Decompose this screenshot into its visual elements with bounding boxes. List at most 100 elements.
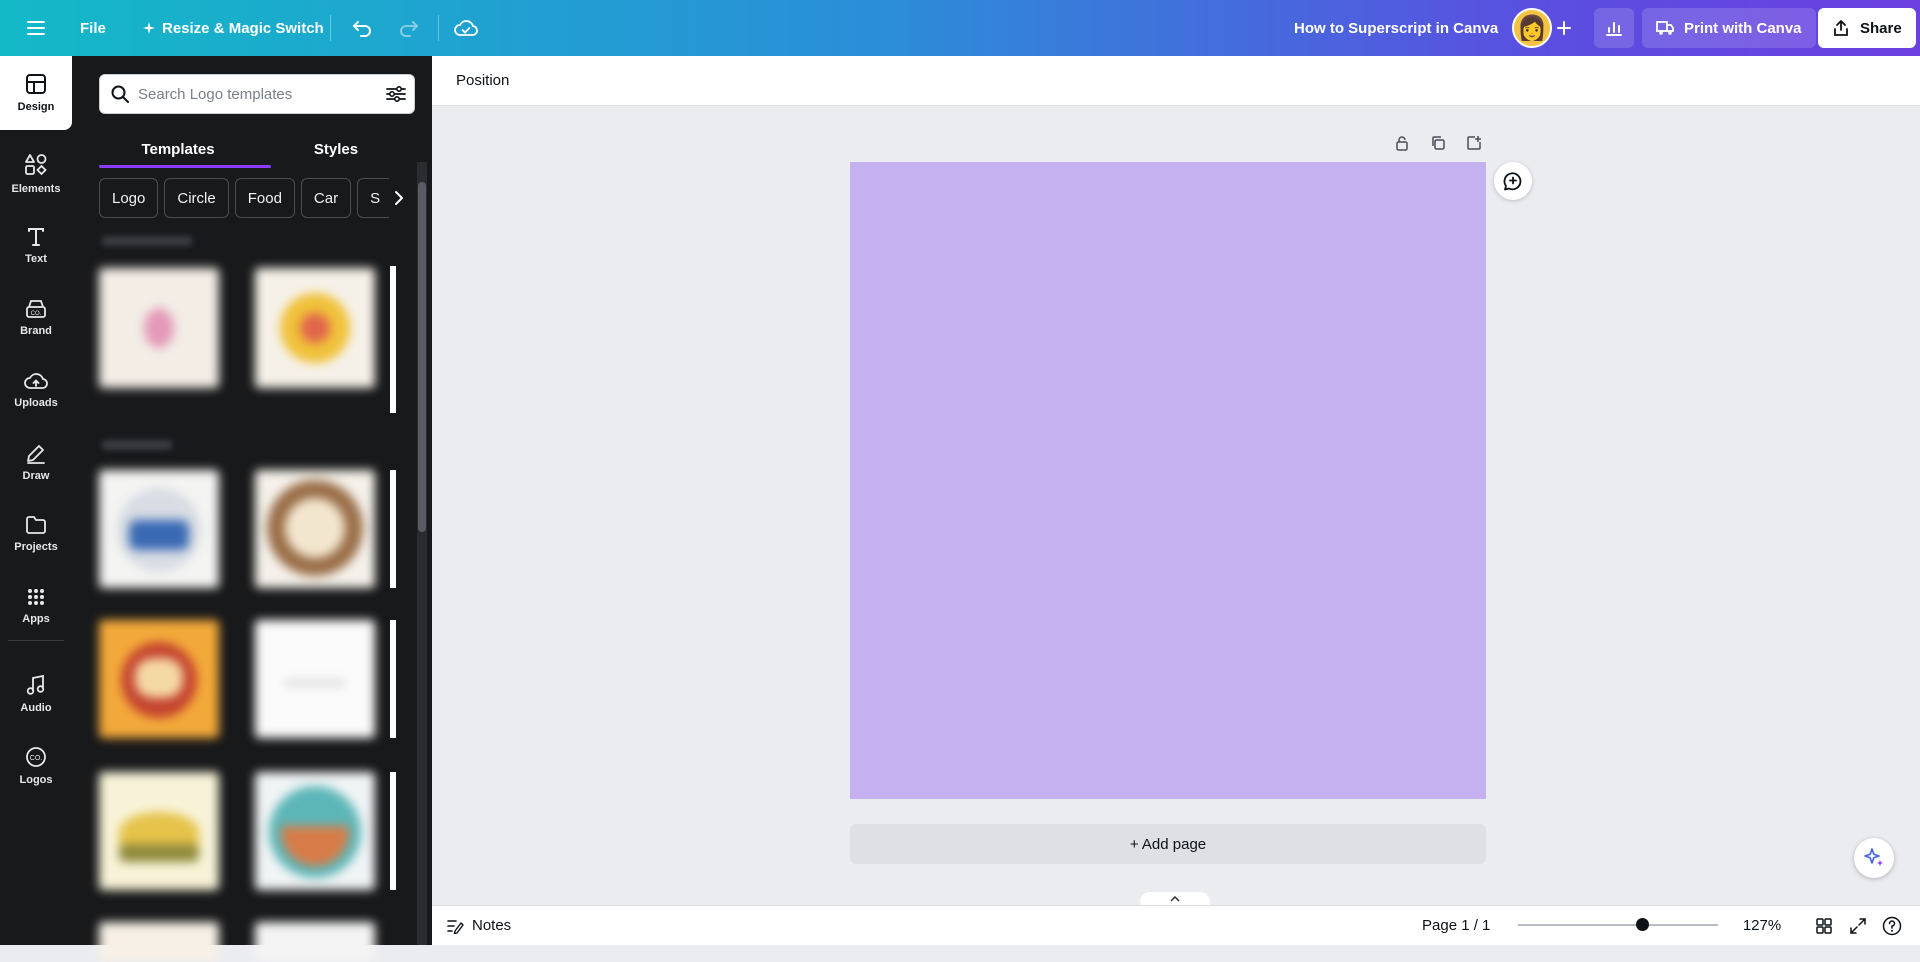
- show-pages-toggle[interactable]: [1140, 892, 1210, 906]
- chip-car[interactable]: Car: [300, 178, 352, 218]
- template-thumbnail[interactable]: [255, 470, 375, 588]
- chip-logo[interactable]: Logo: [99, 178, 159, 218]
- divider: [438, 15, 439, 41]
- design-page[interactable]: [850, 162, 1486, 799]
- tab-styles[interactable]: Styles: [257, 130, 415, 168]
- side-navigation-rail: Design Elements Text CO. Brand Uploads D…: [0, 56, 72, 945]
- zoom-level[interactable]: 127%: [1732, 917, 1792, 934]
- rail-item-apps[interactable]: Apps: [0, 570, 72, 642]
- template-thumbnail[interactable]: [255, 922, 375, 962]
- help-icon[interactable]: [1876, 910, 1908, 942]
- resize-label: Resize & Magic Switch: [162, 19, 324, 37]
- chip-food[interactable]: Food: [234, 178, 295, 218]
- search-bar: [99, 74, 415, 114]
- rail-item-audio[interactable]: Audio: [0, 658, 72, 730]
- duplicate-page-icon[interactable]: [1420, 130, 1456, 156]
- print-label: Print with Canva: [1684, 19, 1802, 37]
- context-toolbar: Position: [432, 56, 1920, 106]
- rail-label: Design: [17, 101, 55, 113]
- undo-icon[interactable]: [344, 10, 380, 46]
- section-heading-placeholder: [102, 440, 172, 450]
- rail-label: Brand: [20, 325, 52, 337]
- rail-label: Text: [25, 253, 47, 265]
- scrollbar-thumb[interactable]: [418, 182, 426, 532]
- notes-label: Notes: [472, 917, 512, 934]
- print-with-canva-button[interactable]: Print with Canva: [1642, 8, 1816, 48]
- apps-icon: [28, 589, 44, 605]
- rail-item-elements[interactable]: Elements: [0, 138, 72, 210]
- rail-item-brand[interactable]: CO. Brand: [0, 282, 72, 354]
- add-page-icon[interactable]: [1456, 130, 1492, 156]
- rail-item-text[interactable]: Text: [0, 210, 72, 282]
- panel-scrollbar[interactable]: [417, 162, 427, 945]
- grid-view-icon[interactable]: [1808, 910, 1840, 942]
- zoom-slider-knob[interactable]: [1636, 918, 1649, 931]
- magic-assistant-icon[interactable]: [1854, 838, 1894, 878]
- cloud-saved-icon[interactable]: [448, 10, 484, 46]
- filter-icon[interactable]: [378, 76, 414, 112]
- chevron-up-icon: [1170, 896, 1180, 902]
- thumbnail-edge: [390, 470, 396, 588]
- svg-text:CO.: CO.: [31, 311, 42, 317]
- sparkle-crown-icon: [143, 22, 155, 34]
- lock-page-icon[interactable]: [1384, 130, 1420, 156]
- redo-icon[interactable]: [391, 10, 427, 46]
- audio-icon: [26, 674, 45, 695]
- notes-button[interactable]: Notes: [446, 917, 511, 934]
- rail-label: Audio: [20, 702, 52, 714]
- template-thumbnail[interactable]: [255, 772, 375, 890]
- projects-icon: [26, 516, 46, 534]
- position-button[interactable]: Position: [448, 66, 517, 95]
- invite-plus-icon[interactable]: [1546, 10, 1582, 46]
- rail-label: Projects: [14, 541, 58, 553]
- templates-panel: Templates Styles LogoCircleFoodCarS: [72, 56, 432, 962]
- truck-icon: [1656, 21, 1674, 35]
- share-label: Share: [1860, 19, 1902, 37]
- rail-label: Elements: [11, 183, 61, 195]
- template-thumbnail[interactable]: [99, 268, 219, 388]
- zoom-slider-track[interactable]: [1518, 924, 1718, 926]
- template-thumbnail[interactable]: [99, 772, 219, 890]
- template-thumbnail[interactable]: [99, 620, 219, 738]
- analytics-icon[interactable]: [1594, 8, 1634, 48]
- text-icon: [28, 228, 44, 246]
- template-thumbnail[interactable]: [99, 470, 219, 588]
- add-comment-icon[interactable]: [1494, 162, 1532, 200]
- draw-icon: [27, 445, 45, 464]
- tab-templates[interactable]: Templates: [99, 130, 257, 168]
- rail-label: Uploads: [14, 397, 58, 409]
- category-chips: Logo Circle Food Car S: [99, 178, 389, 220]
- share-button[interactable]: Share: [1818, 8, 1916, 48]
- notes-icon: [447, 919, 464, 934]
- rail-item-uploads[interactable]: Uploads: [0, 354, 72, 426]
- brand-icon: CO.: [26, 300, 46, 318]
- add-page-button[interactable]: + Add page: [850, 824, 1486, 864]
- page-indicator[interactable]: Page 1 / 1: [1422, 917, 1490, 934]
- fullscreen-icon[interactable]: [1842, 910, 1874, 942]
- menu-icon[interactable]: [18, 10, 54, 46]
- search-input[interactable]: [138, 85, 378, 103]
- rail-item-logos[interactable]: CO. Logos: [0, 730, 72, 802]
- rail-label: Draw: [22, 470, 50, 482]
- elements-icon: [25, 154, 47, 176]
- template-thumbnail[interactable]: [255, 620, 375, 738]
- rail-item-projects[interactable]: Projects: [0, 498, 72, 570]
- divider: [330, 15, 331, 41]
- template-thumbnail[interactable]: [99, 922, 219, 962]
- template-thumbnail[interactable]: [255, 268, 375, 388]
- rail-label: Logos: [19, 774, 53, 786]
- rail-item-draw[interactable]: Draw: [0, 426, 72, 498]
- chip-circle[interactable]: Circle: [164, 178, 229, 218]
- rail-item-design[interactable]: Design: [0, 56, 72, 130]
- page-toolbar: [1384, 130, 1492, 156]
- design-icon: [26, 74, 46, 94]
- svg-text:CO.: CO.: [30, 755, 43, 762]
- rail-divider: [8, 640, 64, 641]
- resize-magic-switch-button[interactable]: Resize & Magic Switch: [130, 8, 336, 48]
- thumbnail-edge: [390, 266, 396, 413]
- document-title[interactable]: How to Superscript in Canva: [1280, 8, 1512, 48]
- logos-icon: CO.: [26, 747, 46, 767]
- file-menu-button[interactable]: File: [68, 8, 118, 48]
- search-icon: [111, 85, 129, 103]
- chevron-right-icon[interactable]: [384, 178, 414, 218]
